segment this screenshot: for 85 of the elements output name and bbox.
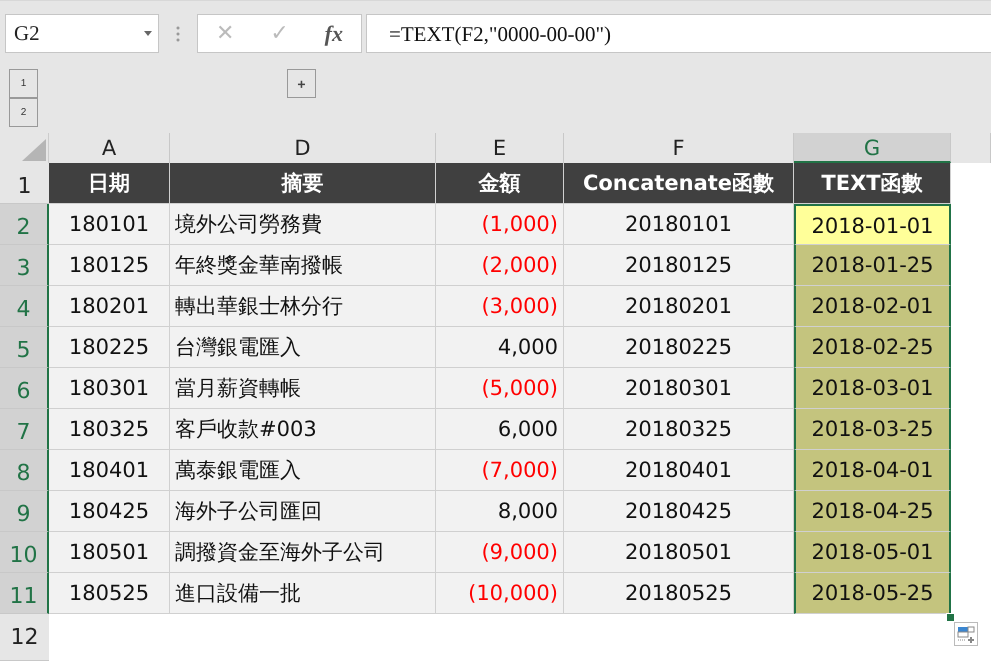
table-cell: 客戶收款#003 <box>170 409 436 450</box>
table-cell: 海外子公司匯回 <box>170 491 436 532</box>
table-cell: 180401 <box>49 450 170 491</box>
table-cell: 進口設備一批 <box>170 573 436 614</box>
header-cell: TEXT函數 <box>794 163 951 204</box>
table-cell: 調撥資金至海外子公司 <box>170 532 436 573</box>
row-header[interactable]: 3 <box>0 245 49 286</box>
table-cell: 20180101 <box>564 204 794 245</box>
cell-reference: G2 <box>14 21 40 46</box>
table-cell: 4,000 <box>436 327 564 368</box>
row-header[interactable]: 4 <box>0 286 49 327</box>
table-cell: 20180525 <box>564 573 794 614</box>
column-header[interactable]: E <box>436 133 564 163</box>
table-cell: 20180201 <box>564 286 794 327</box>
table-cell: 20180501 <box>564 532 794 573</box>
table-cell[interactable]: 2018-04-25 <box>794 491 951 532</box>
table-cell: 180225 <box>49 327 170 368</box>
table-cell[interactable]: 2018-05-25 <box>794 573 951 614</box>
header-cell: Concatenate函數 <box>564 163 794 204</box>
table-cell: (9,000) <box>436 532 564 573</box>
row-header[interactable]: 1 <box>0 163 49 204</box>
drag-handle-icon[interactable] <box>176 26 180 42</box>
column-header[interactable]: F <box>564 133 794 163</box>
column-header[interactable]: A <box>49 133 170 163</box>
table-cell: 6,000 <box>436 409 564 450</box>
row-header[interactable]: 9 <box>0 491 49 532</box>
row-header[interactable]: 7 <box>0 409 49 450</box>
table-cell: 180101 <box>49 204 170 245</box>
table-cell: 180301 <box>49 368 170 409</box>
table-cell[interactable]: 2018-05-01 <box>794 532 951 573</box>
row-header[interactable]: 10 <box>0 532 49 573</box>
row-header[interactable]: 8 <box>0 450 49 491</box>
expand-button[interactable]: + <box>287 69 316 98</box>
table-cell: 20180301 <box>564 368 794 409</box>
table-cell: 8,000 <box>436 491 564 532</box>
header-cell: 金額 <box>436 163 564 204</box>
column-header[interactable] <box>951 133 991 163</box>
table-cell[interactable]: 2018-01-25 <box>794 245 951 286</box>
fill-handle[interactable] <box>946 613 955 622</box>
table-cell: 20180125 <box>564 245 794 286</box>
table-cell: 當月薪資轉帳 <box>170 368 436 409</box>
table-cell: 20180425 <box>564 491 794 532</box>
table-cell[interactable]: 2018-02-25 <box>794 327 951 368</box>
table-cell[interactable]: 2018-03-25 <box>794 409 951 450</box>
table-cell: 境外公司勞務費 <box>170 204 436 245</box>
table-cell: 萬泰銀電匯入 <box>170 450 436 491</box>
column-header[interactable]: G <box>794 133 951 163</box>
insert-function-button[interactable]: fx <box>316 20 351 46</box>
row-header[interactable]: 5 <box>0 327 49 368</box>
table-cell[interactable]: 2018-01-01 <box>794 204 951 245</box>
table-cell: (3,000) <box>436 286 564 327</box>
table-cell: 台灣銀電匯入 <box>170 327 436 368</box>
row-header[interactable]: 2 <box>0 204 49 245</box>
table-cell[interactable]: 2018-03-01 <box>794 368 951 409</box>
table-cell: 年終獎金華南撥帳 <box>170 245 436 286</box>
table-cell: (7,000) <box>436 450 564 491</box>
table-cell: (10,000) <box>436 573 564 614</box>
row-header[interactable]: 11 <box>0 573 49 614</box>
table-cell: 20180325 <box>564 409 794 450</box>
select-all-button[interactable] <box>0 133 49 163</box>
table-cell: (1,000) <box>436 204 564 245</box>
table-cell: 180125 <box>49 245 170 286</box>
outline-level-button[interactable]: 1 <box>9 69 38 98</box>
header-cell: 摘要 <box>170 163 436 204</box>
quick-analysis-icon[interactable] <box>954 622 978 646</box>
table-cell[interactable]: 2018-02-01 <box>794 286 951 327</box>
table-cell: 180425 <box>49 491 170 532</box>
header-cell: 日期 <box>49 163 170 204</box>
name-box[interactable]: G2 <box>5 14 159 53</box>
table-cell[interactable]: 2018-04-01 <box>794 450 951 491</box>
table-cell: 20180401 <box>564 450 794 491</box>
table-cell: 180201 <box>49 286 170 327</box>
table-cell: 180501 <box>49 532 170 573</box>
row-header[interactable]: 6 <box>0 368 49 409</box>
table-cell: 20180225 <box>564 327 794 368</box>
table-cell: (2,000) <box>436 245 564 286</box>
formula-field[interactable]: =TEXT(F2,"0000-00-00") <box>366 14 991 53</box>
table-cell: 180325 <box>49 409 170 450</box>
table-cell: 轉出華銀士林分行 <box>170 286 436 327</box>
column-header[interactable]: D <box>170 133 436 163</box>
dropdown-caret-icon <box>144 31 152 36</box>
table-cell: (5,000) <box>436 368 564 409</box>
outline-level-button[interactable]: 2 <box>9 98 38 127</box>
table-cell: 180525 <box>49 573 170 614</box>
row-header[interactable]: 12 <box>0 614 49 661</box>
